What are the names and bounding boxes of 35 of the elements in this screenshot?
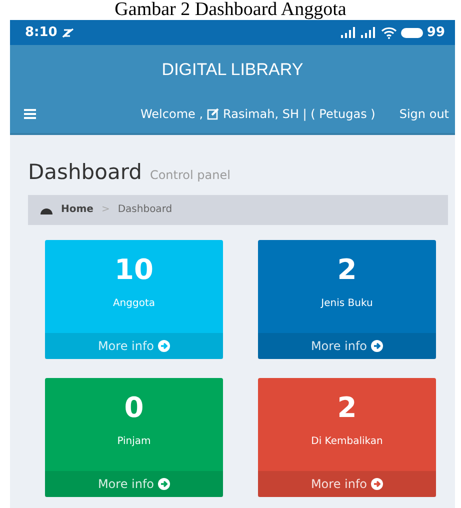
user-name: Rasimah, SH | ( Petugas ) <box>223 106 376 123</box>
app-title: DIGITAL LIBRARY <box>162 59 304 82</box>
signal-icon <box>340 27 357 38</box>
battery-icon <box>400 28 423 38</box>
stat-value: 0 <box>123 394 145 422</box>
breadcrumb-separator: > <box>101 203 110 217</box>
clock: 8:10 <box>25 24 58 42</box>
wifi-icon <box>380 26 397 38</box>
stat-value: 10 <box>114 256 154 284</box>
arrow-circle-icon <box>371 478 384 490</box>
welcome-text: Welcome , <box>140 106 204 123</box>
stat-value: 2 <box>336 256 358 284</box>
edit-icon <box>207 108 220 120</box>
more-info-link[interactable]: More info <box>258 470 436 496</box>
page-title: Dashboard <box>28 159 142 186</box>
caption: Gambar 2 Dashboard Anggota <box>114 0 348 20</box>
more-info-link[interactable]: More info <box>258 332 436 358</box>
more-info-link[interactable]: More info <box>45 332 223 358</box>
stat-label: Pinjam <box>116 434 152 448</box>
sign-out-link[interactable]: Sign out <box>399 105 449 123</box>
page-subtitle: Control panel <box>150 167 230 184</box>
stat-label: Di Kembalikan <box>310 434 384 448</box>
arrow-circle-icon <box>158 340 170 352</box>
stat-value: 2 <box>336 394 358 422</box>
breadcrumb-current: Dashboard <box>118 203 172 217</box>
signal-icon <box>360 27 377 38</box>
stat-label: Jenis Buku <box>320 296 374 310</box>
arrow-circle-icon <box>371 340 384 352</box>
menu-icon[interactable] <box>24 109 36 119</box>
battery-level: 99 <box>426 24 445 42</box>
arrow-circle-icon <box>158 478 170 490</box>
breadcrumb-link[interactable]: Home <box>61 202 94 217</box>
more-info-link[interactable]: More info <box>45 470 223 496</box>
stat-label: Anggota <box>112 296 156 310</box>
notification-icon <box>61 26 76 38</box>
